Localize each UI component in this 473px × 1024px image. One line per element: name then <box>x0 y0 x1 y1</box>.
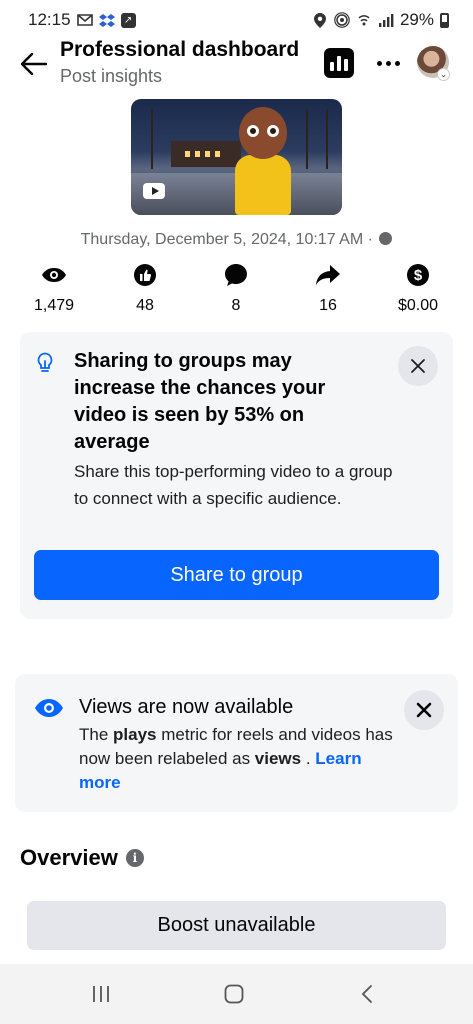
status-left: 12:15 ↗ <box>28 10 136 30</box>
close-icon <box>416 702 432 718</box>
share-to-group-button[interactable]: Share to group <box>34 550 439 600</box>
overview-title: Overview <box>20 845 118 870</box>
globe-icon <box>379 232 393 245</box>
info-icon[interactable]: i <box>125 849 144 867</box>
thumbnail-character-head <box>239 107 287 159</box>
stat-views[interactable]: 1,479 <box>19 262 89 315</box>
stat-value: 1,479 <box>33 297 75 314</box>
like-icon <box>134 264 156 286</box>
eye-icon <box>42 268 66 282</box>
page-title: Professional dashboard <box>60 38 300 61</box>
bar-chart-icon-bar <box>337 56 341 71</box>
recent-apps-icon <box>93 986 109 1002</box>
thumbnail-character-eye <box>267 125 279 137</box>
thumbnail-character-eye <box>247 125 259 137</box>
video-thumbnail[interactable] <box>131 99 342 215</box>
card-body: Share this top-performing video to a gro… <box>74 462 393 508</box>
body-text: The <box>79 725 114 744</box>
more-dots-icon <box>394 60 400 66</box>
recent-apps-button[interactable] <box>81 978 121 1010</box>
battery-icon <box>440 12 449 28</box>
boost-unavailable-button[interactable]: Boost unavailable <box>27 901 446 950</box>
wifi-icon <box>356 12 372 28</box>
insights-bar-chart-button[interactable] <box>324 48 354 78</box>
battery-percent: 29% <box>399 10 434 29</box>
card-body: The plays metric for reels and videos ha… <box>79 723 399 795</box>
lightbulb-icon <box>37 352 53 372</box>
back-chevron-icon <box>361 985 372 1003</box>
bar-chart-icon-bar <box>344 59 348 71</box>
eye-icon <box>35 699 63 717</box>
body-text: . <box>301 749 316 768</box>
thumbnail-tree <box>306 109 308 169</box>
body-bold-text: plays <box>113 725 157 744</box>
back-button[interactable] <box>18 48 50 80</box>
card-title: Views are now available <box>79 696 294 718</box>
chevron-down-icon[interactable]: ⌄ <box>437 68 450 81</box>
dropbox-icon <box>98 12 115 28</box>
post-date-text: Thursday, December 5, 2024, 10:17 AM · <box>80 231 373 248</box>
body-bold-text: views <box>254 749 302 768</box>
stat-reactions[interactable]: 48 <box>110 262 180 315</box>
thumbnail-tree <box>326 109 328 169</box>
bar-chart-icon <box>330 62 334 71</box>
stat-earnings[interactable]: $ $0.00 <box>383 262 453 315</box>
share-icon <box>316 265 340 285</box>
thumbnail-character-body <box>235 155 291 215</box>
close-icon <box>411 359 425 373</box>
views-available-card: Views are now available The plays metric… <box>15 674 458 812</box>
thumbnail-tree <box>151 109 153 169</box>
home-icon <box>224 984 244 1004</box>
share-to-groups-card: Sharing to groups may increase the chanc… <box>20 332 453 619</box>
signal-icon <box>378 12 394 28</box>
home-button[interactable] <box>214 978 254 1010</box>
stat-value: $0.00 <box>397 297 439 314</box>
stat-value: 48 <box>136 297 154 314</box>
more-dots-icon <box>385 60 391 66</box>
more-dots-icon <box>376 60 382 66</box>
location-icon <box>312 12 328 28</box>
video-play-icon <box>143 183 165 199</box>
gmail-icon <box>76 12 93 28</box>
status-time: 12:15 <box>28 10 71 29</box>
comment-icon <box>225 264 247 286</box>
dismiss-card-button[interactable] <box>398 346 438 386</box>
card-title: Sharing to groups may increase the chanc… <box>74 350 326 453</box>
stat-value: 8 <box>231 297 241 314</box>
overview-heading: Overview i <box>20 845 144 871</box>
post-stats: 1,479 48 8 16 $ $0.00 <box>0 262 473 322</box>
app-notification-icon: ↗ <box>120 12 136 28</box>
dollar-icon: $ <box>407 264 429 286</box>
dismiss-card-button[interactable] <box>404 690 444 730</box>
back-nav-button[interactable] <box>347 978 387 1010</box>
more-options-button[interactable] <box>372 48 404 78</box>
post-date: Thursday, December 5, 2024, 10:17 AM · <box>0 231 473 249</box>
stat-value: 16 <box>319 297 337 314</box>
system-navigation-bar <box>0 964 473 1024</box>
status-right: 29% <box>312 10 449 30</box>
back-arrow-icon <box>21 53 47 75</box>
stat-comments[interactable]: 8 <box>201 262 271 315</box>
header: Professional dashboard Post insights ⌄ <box>0 34 473 94</box>
hotspot-icon <box>334 12 350 28</box>
thumbnail-house <box>171 141 241 167</box>
svg-text:$: $ <box>414 267 423 284</box>
page-subtitle: Post insights <box>60 66 163 86</box>
stat-shares[interactable]: 16 <box>293 262 363 315</box>
